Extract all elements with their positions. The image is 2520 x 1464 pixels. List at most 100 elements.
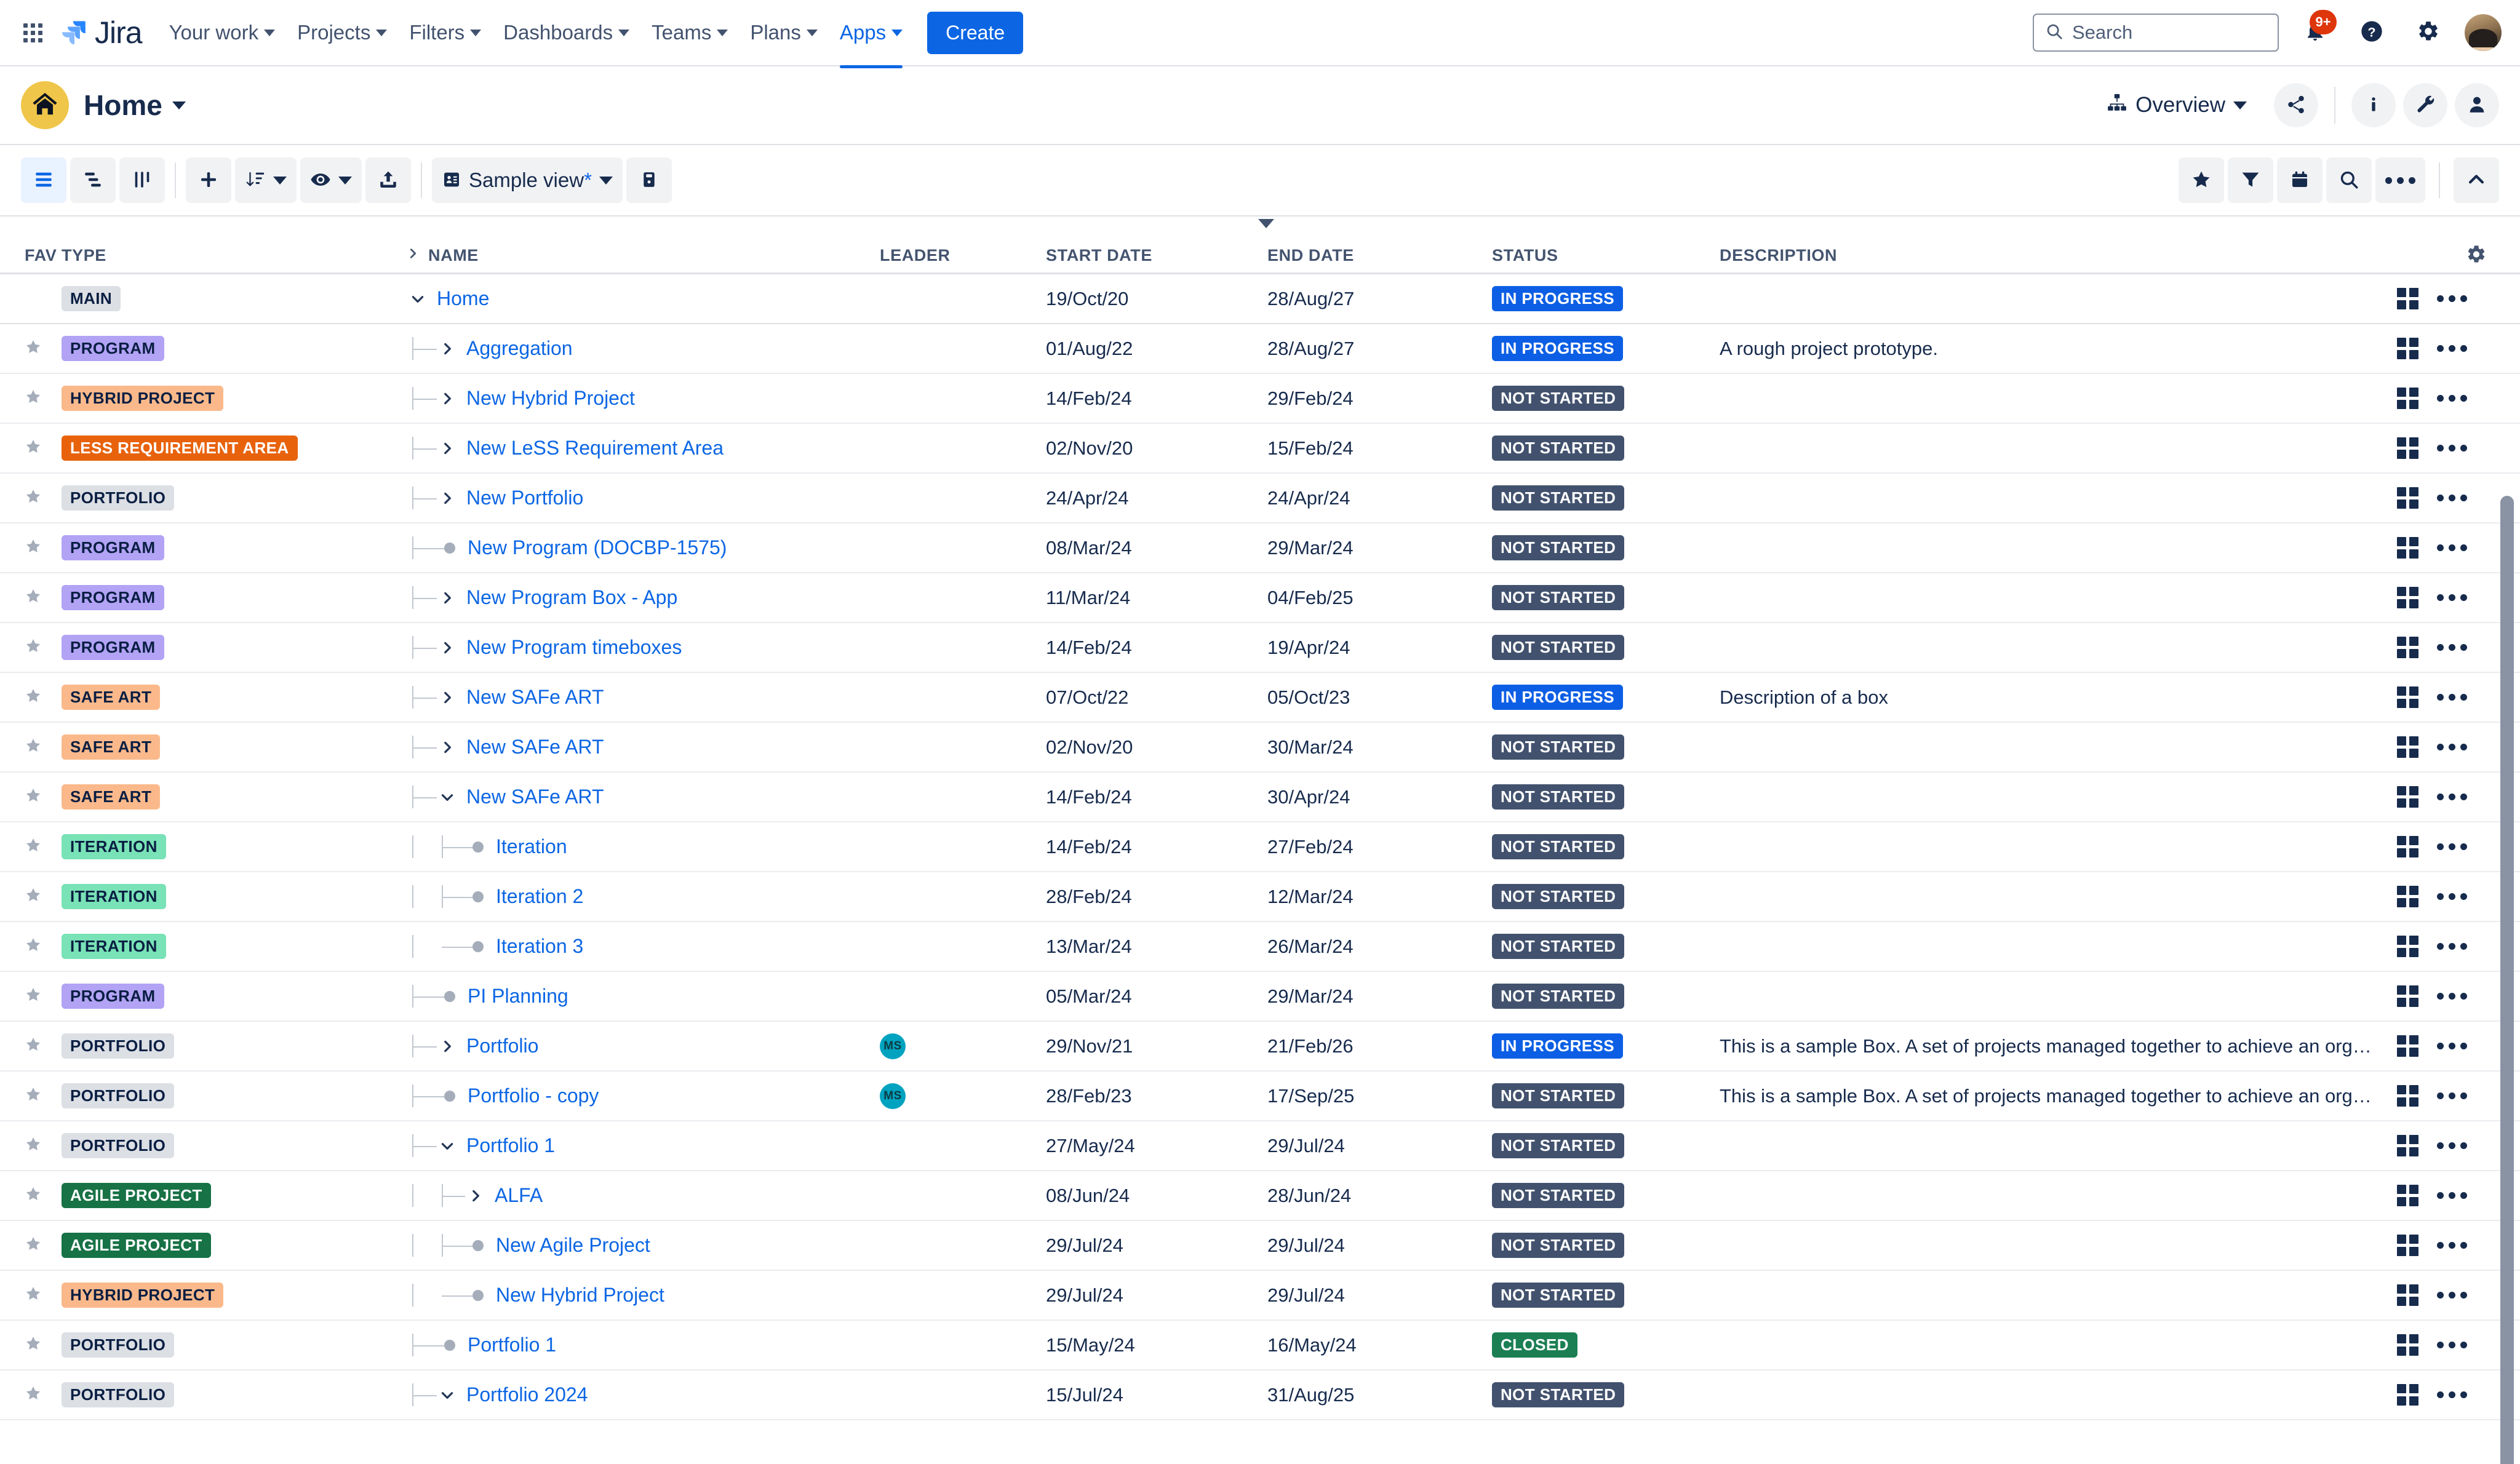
table-row[interactable]: PORTFOLIO Portfolio 1 15/May/24 16/May/24 CL…: [0, 1321, 2520, 1371]
row-end-date-cell[interactable]: 21/Feb/26: [1267, 1035, 1492, 1057]
row-end-date-cell[interactable]: 24/Apr/24: [1267, 487, 1492, 509]
create-button[interactable]: Create: [927, 11, 1024, 54]
row-start-date-cell[interactable]: 08/Mar/24: [1046, 537, 1267, 559]
row-more-icon[interactable]: [2437, 1242, 2467, 1249]
row-more-icon[interactable]: [2437, 544, 2467, 551]
row-more-icon[interactable]: [2437, 1142, 2467, 1149]
jira-logo-link[interactable]: Jira: [60, 17, 143, 48]
global-search-input[interactable]: Search: [2033, 14, 2279, 52]
settings-button[interactable]: [2408, 12, 2449, 53]
row-name-link[interactable]: New Program timeboxes: [466, 636, 682, 659]
row-start-date-cell[interactable]: 19/Oct/20: [1046, 288, 1267, 310]
save-view-button[interactable]: [626, 157, 672, 203]
open-board-icon[interactable]: [2397, 587, 2418, 608]
row-more-icon[interactable]: [2437, 843, 2467, 850]
star-icon[interactable]: [25, 1137, 42, 1155]
row-end-date-cell[interactable]: 15/Feb/24: [1267, 437, 1492, 459]
table-row[interactable]: PROGRAM Aggregation 01/Aug/22 28/Aug/27 IN P…: [0, 324, 2520, 374]
column-header-status[interactable]: STATUS: [1492, 246, 1720, 265]
chevron-down-icon[interactable]: [1258, 219, 1274, 228]
star-icon[interactable]: [25, 789, 42, 806]
open-board-icon[interactable]: [2397, 686, 2418, 708]
row-name-link[interactable]: New SAFe ART: [466, 786, 604, 808]
leader-avatar[interactable]: MS: [880, 1033, 906, 1059]
row-start-date-cell[interactable]: 14/Feb/24: [1046, 786, 1267, 808]
row-start-date-cell[interactable]: 15/Jul/24: [1046, 1384, 1267, 1406]
row-end-date-cell[interactable]: 26/Mar/24: [1267, 936, 1492, 958]
row-more-icon[interactable]: [2437, 1192, 2467, 1199]
row-end-date-cell[interactable]: 12/Mar/24: [1267, 886, 1492, 908]
row-start-date-cell[interactable]: 08/Jun/24: [1046, 1185, 1267, 1207]
chevron-right-icon[interactable]: [465, 1185, 486, 1206]
row-end-date-cell[interactable]: 04/Feb/25: [1267, 587, 1492, 609]
row-more-icon[interactable]: [2437, 943, 2467, 950]
row-more-icon[interactable]: [2437, 395, 2467, 402]
row-start-date-cell[interactable]: 05/Mar/24: [1046, 985, 1267, 1008]
row-start-date-cell[interactable]: 28/Feb/24: [1046, 886, 1267, 908]
more-options-button[interactable]: [2375, 157, 2425, 203]
row-start-date-cell[interactable]: 28/Feb/23: [1046, 1085, 1267, 1107]
column-header-start-date[interactable]: START DATE: [1046, 246, 1267, 265]
row-more-icon[interactable]: [2437, 644, 2467, 651]
vertical-scrollbar[interactable]: [2500, 496, 2514, 1464]
row-start-date-cell[interactable]: 14/Feb/24: [1046, 637, 1267, 659]
open-board-icon[interactable]: [2397, 288, 2418, 309]
row-name-link[interactable]: Aggregation: [466, 337, 573, 360]
overview-selector[interactable]: Overview: [2098, 86, 2255, 125]
column-header-leader[interactable]: LEADER: [880, 246, 1046, 265]
star-icon[interactable]: [25, 888, 42, 906]
chevron-right-icon[interactable]: [437, 437, 458, 459]
table-row[interactable]: SAFE ART New SAFe ART 02/Nov/20 30/Mar/24 NO…: [0, 723, 2520, 773]
info-button[interactable]: [2351, 83, 2396, 127]
row-name-link[interactable]: New Program Box - App: [466, 586, 677, 609]
table-row[interactable]: HYBRID PROJECT New Hybrid Project 29/Jul/2…: [0, 1271, 2520, 1321]
open-board-icon[interactable]: [2397, 736, 2418, 758]
row-more-icon[interactable]: [2437, 1342, 2467, 1348]
chevron-down-icon[interactable]: [437, 1384, 458, 1406]
row-name-link[interactable]: New Program (DOCBP-1575): [468, 536, 727, 559]
row-name-link[interactable]: ALFA: [495, 1184, 543, 1207]
row-name-link[interactable]: Portfolio 1: [468, 1334, 556, 1356]
row-end-date-cell[interactable]: 16/May/24: [1267, 1334, 1492, 1356]
nav-apps[interactable]: Apps: [829, 12, 914, 68]
row-end-date-cell[interactable]: 29/Jul/24: [1267, 1235, 1492, 1257]
open-board-icon[interactable]: [2397, 836, 2418, 857]
row-end-date-cell[interactable]: 28/Jun/24: [1267, 1185, 1492, 1207]
app-switcher-button[interactable]: [14, 14, 52, 52]
row-name-link[interactable]: Iteration 2: [496, 885, 583, 908]
row-start-date-cell[interactable]: 14/Feb/24: [1046, 388, 1267, 410]
row-start-date-cell[interactable]: 29/Jul/24: [1046, 1284, 1267, 1307]
open-board-icon[interactable]: [2397, 1334, 2418, 1356]
row-name-link[interactable]: Portfolio - copy: [468, 1084, 599, 1107]
open-board-icon[interactable]: [2397, 537, 2418, 559]
row-more-icon[interactable]: [2437, 1391, 2467, 1398]
board-view-button[interactable]: [119, 157, 165, 203]
open-board-icon[interactable]: [2397, 936, 2418, 957]
table-row[interactable]: PORTFOLIO New Portfolio 24/Apr/24 24/Apr/24…: [0, 474, 2520, 523]
row-name-link[interactable]: New SAFe ART: [466, 686, 604, 709]
column-settings-icon[interactable]: [2466, 244, 2487, 268]
chevron-down-icon[interactable]: [437, 786, 458, 808]
table-row[interactable]: PROGRAM New Program (DOCBP-1575) 08/Mar/24…: [0, 523, 2520, 573]
export-button[interactable]: [365, 157, 411, 203]
row-start-date-cell[interactable]: 14/Feb/24: [1046, 836, 1267, 858]
star-icon[interactable]: [25, 589, 42, 607]
row-more-icon[interactable]: [2437, 993, 2467, 1000]
chevron-down-icon[interactable]: [437, 1135, 458, 1156]
nav-your-work[interactable]: Your work: [158, 12, 287, 53]
star-icon[interactable]: [25, 539, 42, 557]
nav-filters[interactable]: Filters: [398, 12, 492, 53]
row-end-date-cell[interactable]: 29/Jul/24: [1267, 1135, 1492, 1157]
row-name-link[interactable]: New Hybrid Project: [466, 387, 635, 410]
open-board-icon[interactable]: [2397, 1235, 2418, 1256]
row-end-date-cell[interactable]: 19/Apr/24: [1267, 637, 1492, 659]
row-name-link[interactable]: Portfolio: [466, 1035, 538, 1057]
row-end-date-cell[interactable]: 17/Sep/25: [1267, 1085, 1492, 1107]
open-board-icon[interactable]: [2397, 1384, 2418, 1406]
row-start-date-cell[interactable]: 01/Aug/22: [1046, 338, 1267, 360]
nav-plans[interactable]: Plans: [739, 12, 829, 53]
table-row[interactable]: ITERATION Iteration 3 13/Mar/24 26/Mar/24 NO…: [0, 922, 2520, 972]
chevron-right-icon[interactable]: [437, 338, 458, 359]
star-icon[interactable]: [25, 938, 42, 956]
row-more-icon[interactable]: [2437, 445, 2467, 452]
